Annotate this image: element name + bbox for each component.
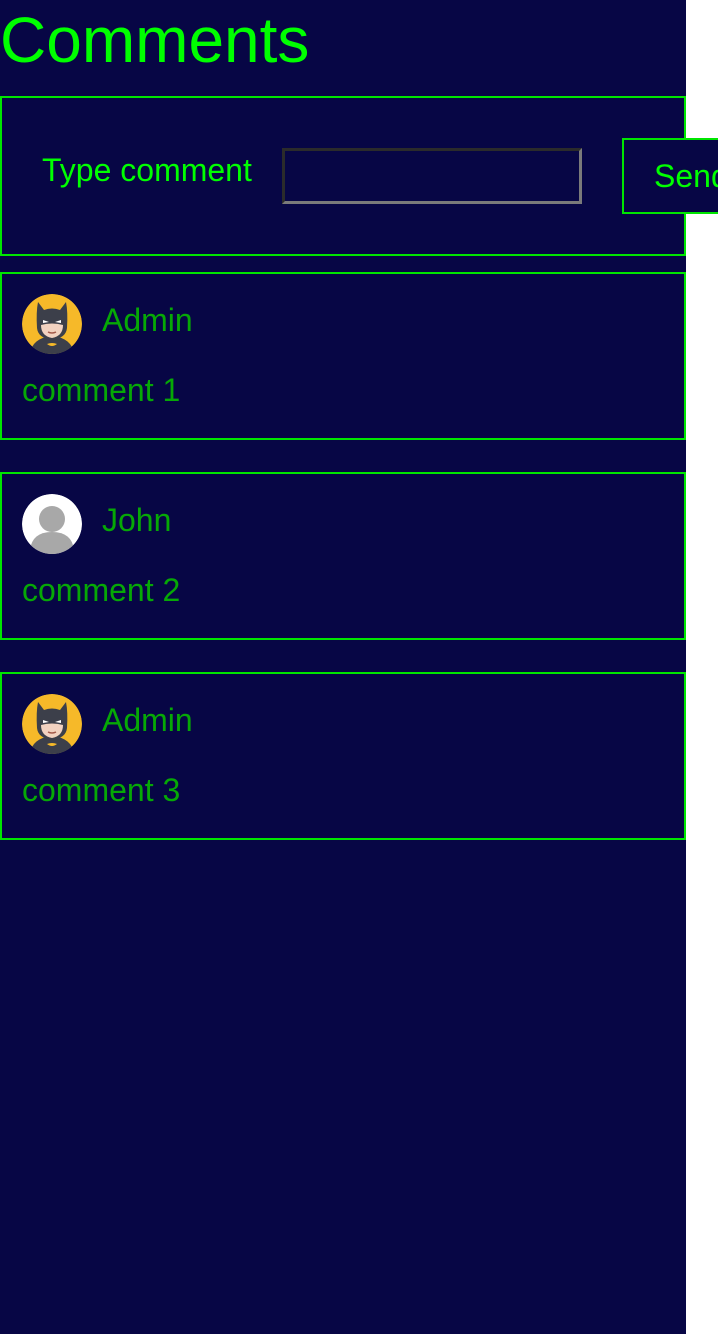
comment-card: Admin comment 3 [0, 672, 686, 840]
comment-input[interactable] [282, 148, 582, 204]
comment-card: John comment 2 [0, 472, 686, 640]
page-title: Comments [0, 4, 310, 76]
batman-avatar-icon [22, 694, 82, 754]
comment-composer: Type comment [0, 96, 686, 256]
comments-page: Comments Type comment Admin comment 1 Jo… [0, 0, 686, 1334]
batman-avatar-icon [22, 294, 82, 354]
default-user-avatar-icon [22, 494, 82, 554]
comment-card: Admin comment 1 [0, 272, 686, 440]
comment-author: Admin [102, 302, 193, 338]
comment-input-label: Type comment [42, 152, 252, 188]
comment-author: John [102, 502, 172, 538]
comment-text: comment 2 [22, 572, 181, 608]
send-button[interactable]: Send [622, 138, 718, 214]
comment-author: Admin [102, 702, 193, 738]
comment-text: comment 1 [22, 372, 181, 408]
comment-text: comment 3 [22, 772, 181, 808]
